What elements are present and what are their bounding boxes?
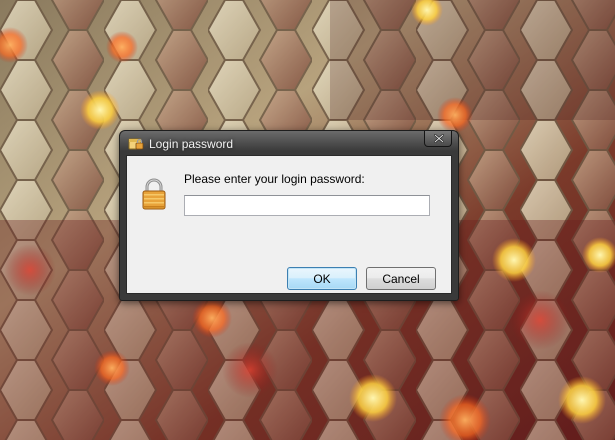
padlock-app-icon xyxy=(128,136,144,150)
close-icon xyxy=(434,134,444,143)
login-password-dialog: Login password Please enter your login p… xyxy=(119,130,459,301)
close-button[interactable] xyxy=(424,131,452,147)
title-bar[interactable]: Login password xyxy=(126,131,452,155)
window-title: Login password xyxy=(149,137,234,151)
dialog-body: Please enter your login password: OK Can… xyxy=(126,155,452,294)
password-input[interactable] xyxy=(184,195,430,216)
ok-button[interactable]: OK xyxy=(287,267,357,290)
password-prompt-label: Please enter your login password: xyxy=(184,172,365,186)
padlock-icon xyxy=(142,178,166,215)
cancel-button[interactable]: Cancel xyxy=(366,267,436,290)
